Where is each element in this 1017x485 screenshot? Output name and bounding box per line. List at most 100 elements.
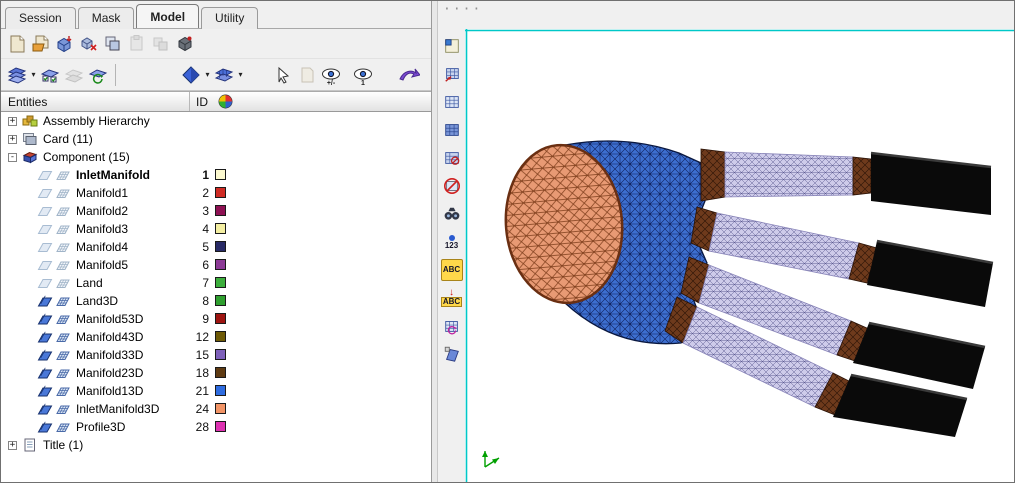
tree-item-manifold33d[interactable]: Manifold33D15 [1, 346, 431, 364]
mesh-icon [55, 330, 71, 344]
mesh-shaded-icon[interactable] [441, 119, 463, 141]
tree-item-assembly-hierarchy[interactable]: + Assembly Hierarchy [1, 112, 431, 130]
tab-mask[interactable]: Mask [78, 7, 135, 29]
component-icon [22, 150, 38, 164]
organize-entities-icon[interactable] [173, 32, 197, 56]
info-dot-icon [449, 235, 455, 241]
toolbar-drag-handle-icon[interactable]: ···· [443, 2, 482, 17]
tab-session[interactable]: Session [5, 7, 76, 29]
component-id: 3 [187, 204, 209, 218]
shaded-geometry-icon[interactable] [179, 63, 203, 87]
tab-utility[interactable]: Utility [201, 7, 258, 29]
tree-item-manifold13d[interactable]: Manifold13D21 [1, 382, 431, 400]
no-display-icon[interactable] [441, 175, 463, 197]
component-color-swatch[interactable] [215, 349, 226, 360]
component-color-swatch[interactable] [215, 385, 226, 396]
component-id: 21 [187, 384, 209, 398]
tree-item-manifold2[interactable]: Manifold23 [1, 202, 431, 220]
component-color-swatch[interactable] [215, 241, 226, 252]
3d-viewport[interactable] [465, 29, 1015, 483]
tree-item-land[interactable]: Land7 [1, 274, 431, 292]
entity-selection-icon[interactable] [38, 63, 62, 87]
component-color-swatch[interactable] [215, 277, 226, 288]
import-solver-deck-icon[interactable] [53, 32, 77, 56]
mesh-check-icon[interactable] [441, 147, 463, 169]
component-color-swatch[interactable] [215, 367, 226, 378]
component-color-swatch[interactable] [215, 331, 226, 342]
tree-item-inletmanifold[interactable]: InletManifold1 [1, 166, 431, 184]
axis-triad-icon [482, 451, 499, 467]
selector-arrow-icon[interactable] [271, 63, 295, 87]
component-id: 18 [187, 366, 209, 380]
standard-toolbar [1, 29, 431, 59]
branch-1-outlet [871, 153, 991, 215]
surface-geometry-icon [37, 204, 53, 218]
toolbar-separator [115, 64, 116, 86]
mesh-arrow-icon[interactable] [441, 63, 463, 85]
component-color-swatch[interactable] [215, 169, 226, 180]
manifold-model[interactable] [499, 140, 993, 437]
component-color-swatch[interactable] [215, 259, 226, 270]
validate-model-icon[interactable] [77, 32, 101, 56]
component-color-swatch[interactable] [215, 205, 226, 216]
dropdown-caret-icon[interactable]: ▾ [29, 70, 38, 79]
down-arrow-icon: ↓ [449, 289, 454, 297]
display-none-icon[interactable] [62, 63, 86, 87]
new-session-icon[interactable] [5, 32, 29, 56]
collapse-icon[interactable]: - [8, 153, 17, 162]
component-color-swatch[interactable] [215, 295, 226, 306]
tree-item-manifold5[interactable]: Manifold56 [1, 256, 431, 274]
entity-labels-icon[interactable]: ABC [441, 259, 463, 281]
labels-arrow-text: ABC [441, 297, 462, 307]
component-color-swatch[interactable] [215, 223, 226, 234]
open-model-icon[interactable] [29, 32, 53, 56]
paste-entities-icon[interactable] [125, 32, 149, 56]
mesh-icon [55, 384, 71, 398]
tab-model[interactable]: Model [136, 4, 199, 28]
board-display-icon[interactable] [441, 35, 463, 57]
tree-item-inletmanifold3d[interactable]: InletManifold3D24 [1, 400, 431, 418]
numbers-label: 123 [445, 242, 458, 250]
color-wheel-icon[interactable] [218, 94, 233, 109]
component-color-swatch[interactable] [215, 313, 226, 324]
component-id: 9 [187, 312, 209, 326]
duplicate-entities-icon[interactable] [149, 32, 173, 56]
dropdown-caret-icon[interactable]: ▾ [236, 70, 245, 79]
dropdown-caret-icon[interactable]: ▾ [203, 70, 212, 79]
tree-item-profile3d[interactable]: Profile3D28 [1, 418, 431, 436]
tree-item-manifold43d[interactable]: Manifold43D12 [1, 328, 431, 346]
component-color-swatch[interactable] [215, 187, 226, 198]
tree-item-label: Assembly Hierarchy [43, 114, 150, 128]
tree-item-manifold53d[interactable]: Manifold53D9 [1, 310, 431, 328]
copy-entities-icon[interactable] [101, 32, 125, 56]
component-color-swatch[interactable] [215, 421, 226, 432]
expand-icon[interactable]: + [8, 135, 17, 144]
tree-item-manifold3[interactable]: Manifold34 [1, 220, 431, 238]
mesh-swap-icon[interactable] [441, 315, 463, 337]
section-plane-icon[interactable] [441, 343, 463, 365]
tree-item-component-15[interactable]: -Component (15) [1, 148, 431, 166]
tree-item-manifold1[interactable]: Manifold12 [1, 184, 431, 202]
tree-item-title-1[interactable]: +Title (1) [1, 436, 431, 454]
isolate-eye-icon[interactable]: 1 [351, 63, 375, 87]
tree-item-card-11[interactable]: +Card (11) [1, 130, 431, 148]
expand-icon[interactable]: + [8, 117, 17, 126]
component-id: 24 [187, 402, 209, 416]
shaded-elements-icon[interactable] [212, 63, 236, 87]
component-id: 12 [187, 330, 209, 344]
expand-icon[interactable]: + [8, 441, 17, 450]
component-color-swatch[interactable] [215, 403, 226, 414]
tree-item-manifold23d[interactable]: Manifold23D18 [1, 364, 431, 382]
entity-numbers-icon[interactable]: 123 [441, 231, 463, 253]
tree-item-land3d[interactable]: Land3D8 [1, 292, 431, 310]
panel-splitter[interactable] [431, 1, 438, 482]
mesh-lines-icon[interactable] [441, 91, 463, 113]
display-reverse-icon[interactable] [86, 63, 110, 87]
geometry-display-style-icon[interactable] [5, 63, 29, 87]
reverse-flip-arrow-icon[interactable] [397, 63, 421, 87]
binoculars-find-icon[interactable] [441, 203, 463, 225]
blank-page-icon[interactable] [295, 63, 319, 87]
labels-arrow-icon[interactable]: ↓ ABC [441, 287, 463, 309]
show-hide-eye-icon[interactable]: +/- [319, 63, 343, 87]
tree-item-manifold4[interactable]: Manifold45 [1, 238, 431, 256]
